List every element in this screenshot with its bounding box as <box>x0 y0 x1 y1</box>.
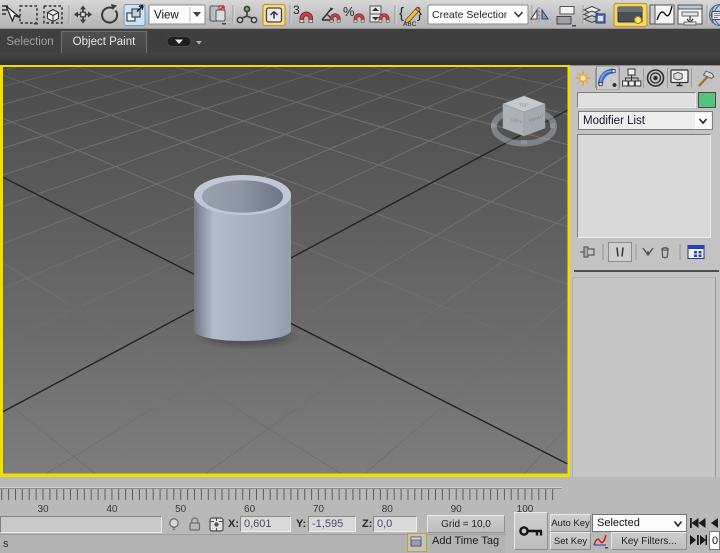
svg-text:90: 90 <box>451 504 463 514</box>
svg-text:30: 30 <box>37 504 49 514</box>
svg-text:%: % <box>343 4 355 19</box>
svg-text:ABC: ABC <box>403 21 417 28</box>
svg-text:3: 3 <box>293 3 300 17</box>
svg-text:40: 40 <box>106 504 118 514</box>
svg-text:80: 80 <box>382 504 394 514</box>
svg-text:{: { <box>399 5 404 22</box>
svg-text:70: 70 <box>313 504 325 514</box>
svg-text:View: View <box>154 10 179 22</box>
svg-text:50: 50 <box>175 504 187 514</box>
svg-text:TOP: TOP <box>519 103 528 108</box>
svg-text:60: 60 <box>244 504 256 514</box>
